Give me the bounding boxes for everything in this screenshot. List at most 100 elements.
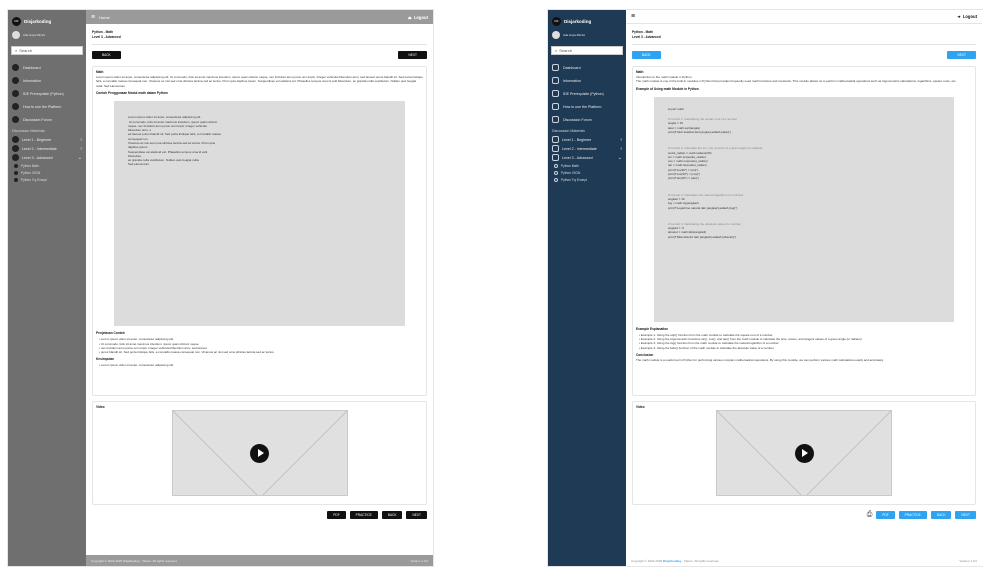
sidebar-item-dashboard[interactable]: Dashboard bbox=[8, 61, 86, 74]
sidebar-item-label: Dashboard bbox=[563, 65, 581, 70]
lesson-card: Math Lorem ipsum dolor sit amet, consect… bbox=[92, 66, 427, 396]
sidebar-level-advanced[interactable]: Level 3 - Advanced ⌄ bbox=[8, 153, 86, 162]
user-name: Ade Anya Rimini bbox=[23, 33, 46, 37]
circle-icon bbox=[14, 177, 18, 182]
pdf-button[interactable]: PDF bbox=[876, 511, 895, 519]
conclusion-paragraph: The math module is a useful tool in Pyth… bbox=[636, 358, 884, 362]
play-icon[interactable] bbox=[250, 443, 269, 463]
sidebar-item-forum[interactable]: Discussion Forum bbox=[8, 113, 86, 126]
explanation-list: • Lorem ipsum dolor sit amet, consectetu… bbox=[99, 337, 423, 354]
brand-name: Disjarkoding bbox=[24, 18, 52, 24]
practice-button[interactable]: PRACTICE bbox=[898, 511, 927, 519]
sidebar-level-beginner[interactable]: Level 1 - Beginner ‹ bbox=[548, 135, 626, 144]
footer-copyright: Copyright © 2024-2025 Disjarkoding - Yak… bbox=[631, 559, 719, 563]
level-label: Level 3 - Advanced bbox=[22, 155, 53, 160]
practice-button[interactable]: PRACTICE bbox=[349, 511, 378, 519]
sub-item-label: Python Math bbox=[561, 163, 579, 168]
sidebar-item-forum[interactable]: Discussion Forum bbox=[548, 113, 626, 126]
user-name: Ade Anya Rimini bbox=[563, 33, 586, 37]
next-button-bottom[interactable]: NEXT bbox=[955, 511, 976, 519]
menu-icon[interactable]: ≡ bbox=[91, 14, 95, 21]
sub-item-label: Python JSON bbox=[561, 170, 581, 175]
sidebar-sub-python-try-except[interactable]: Python Try Except bbox=[548, 176, 626, 183]
footer-copyright-suffix: - Yakum. All rights reserved. bbox=[681, 558, 720, 563]
sidebar-sub-python-math[interactable]: Python Math bbox=[8, 162, 86, 169]
list-item: • purus blandit sit. Sed porta tristique… bbox=[99, 350, 275, 355]
user-profile[interactable]: Ade Anya Rimini bbox=[8, 28, 86, 42]
level-label: Level 1 - Beginner bbox=[22, 137, 52, 142]
sidebar-item-information[interactable]: Information bbox=[548, 74, 626, 87]
user-profile[interactable]: Ade Anya Rimini bbox=[548, 28, 626, 42]
next-button[interactable]: NEXT bbox=[947, 51, 976, 59]
lesson-card: Math Introduction to the math module in … bbox=[632, 66, 976, 396]
chevron-left-icon: ‹ bbox=[80, 136, 82, 143]
video-card: Video bbox=[92, 401, 427, 505]
sidebar-item-label: Discussion Forum bbox=[23, 117, 52, 122]
topbar-title: Home bbox=[99, 14, 110, 20]
sidebar-item-dashboard[interactable]: Dashboard bbox=[548, 61, 626, 74]
search-input[interactable]: ⌕ Search bbox=[551, 46, 623, 55]
level-label: Level 3 - Advanced bbox=[562, 155, 593, 160]
sub-item-label: Python JSON bbox=[21, 170, 41, 175]
explanation-list: • Example 1: Using the sqrt() function f… bbox=[639, 333, 972, 350]
sidebar-item-how-to[interactable]: How to use the Platform bbox=[548, 100, 626, 113]
sidebar-level-advanced[interactable]: Level 3 - Advanced ⌄ bbox=[548, 153, 626, 162]
bottom-actions: ⎙ PDF PRACTICE BACK NEXT bbox=[632, 511, 976, 519]
sidebar-sub-python-math[interactable]: Python Math bbox=[548, 162, 626, 169]
footer-brand-link[interactable]: Disjarkoding bbox=[663, 559, 681, 563]
back-button[interactable]: BACK bbox=[632, 51, 661, 59]
medal-icon bbox=[552, 145, 559, 152]
logout-button[interactable]: ➜ Logout bbox=[957, 14, 977, 19]
search-input[interactable]: ⌕ Search bbox=[11, 46, 83, 55]
back-button[interactable]: BACK bbox=[92, 51, 121, 59]
sidebar-sub-python-try-except[interactable]: Python Try Except bbox=[8, 176, 86, 183]
sidebar-level-intermediate[interactable]: Level 2 - Intermediate ‹ bbox=[548, 144, 626, 153]
brand[interactable]: DK Disjarkoding bbox=[548, 14, 626, 28]
code-block: Lorem ipsum dolor sit amet, consectetur … bbox=[114, 101, 405, 327]
footer-version: Version 1.0.0 bbox=[959, 558, 977, 563]
video-player[interactable] bbox=[171, 410, 348, 496]
sidebar-level-intermediate[interactable]: Level 2 - Intermediate ‹ bbox=[8, 144, 86, 153]
conclusion-list: • Lorem ipsum dolor sit amet, consectetu… bbox=[99, 363, 423, 367]
chevron-down-icon: ⌄ bbox=[617, 154, 622, 161]
sidebar-sub-python-json[interactable]: Python JSON bbox=[8, 169, 86, 176]
logout-button[interactable]: ⏏ Logout bbox=[408, 15, 428, 20]
nav-buttons: BACK NEXT bbox=[92, 51, 427, 59]
next-button-bottom[interactable]: NEXT bbox=[406, 511, 427, 519]
printer-icon[interactable]: ⎙ bbox=[867, 511, 873, 519]
chat-icon bbox=[12, 116, 19, 123]
sidebar-item-ide[interactable]: IDE Prerequisite (Python) bbox=[548, 87, 626, 100]
sidebar-item-ide[interactable]: IDE Prerequisite (Python) bbox=[8, 87, 86, 100]
example-title: Example of Using math Module in Python bbox=[636, 86, 699, 91]
sidebar-sub-python-json[interactable]: Python JSON bbox=[548, 169, 626, 176]
breadcrumb-level: Level 3 - Advanced bbox=[632, 35, 661, 39]
ide-icon bbox=[12, 90, 19, 97]
next-button[interactable]: NEXT bbox=[398, 51, 427, 59]
circle-icon bbox=[14, 170, 18, 175]
menu-icon[interactable]: ≡ bbox=[631, 13, 635, 20]
play-icon[interactable] bbox=[794, 443, 814, 463]
circle-icon bbox=[14, 163, 18, 168]
video-player[interactable] bbox=[716, 410, 892, 496]
sub-item-label: Python Try Except bbox=[21, 177, 47, 182]
sidebar-item-information[interactable]: Information bbox=[8, 74, 86, 87]
level-label: Level 1 - Beginner bbox=[562, 137, 592, 142]
logout-label: Logout bbox=[962, 14, 977, 19]
search-icon: ⌕ bbox=[555, 48, 558, 53]
back-button-bottom[interactable]: BACK bbox=[381, 511, 403, 519]
monitor-icon bbox=[12, 103, 19, 110]
code-line: print(f"Nilai absolut dari {angka3} adal… bbox=[668, 234, 737, 239]
video-card: Video bbox=[632, 401, 976, 505]
pdf-button[interactable]: PDF bbox=[327, 511, 346, 519]
sidebar-level-beginner[interactable]: Level 1 - Beginner ‹ bbox=[8, 135, 86, 144]
back-button-bottom[interactable]: BACK bbox=[930, 511, 952, 519]
divider bbox=[92, 44, 427, 45]
nav-buttons: BACK NEXT bbox=[632, 51, 976, 59]
circle-icon bbox=[554, 170, 558, 175]
explanation-title: Example Explanation bbox=[636, 326, 669, 331]
topbar: ≡ ➜ Logout bbox=[626, 10, 982, 24]
brand[interactable]: DK Disjarkoding bbox=[8, 14, 86, 28]
sidebar-item-label: Information bbox=[23, 78, 41, 83]
list-item: • Example 4: Using the fabs() function o… bbox=[639, 345, 775, 350]
sidebar-item-how-to[interactable]: How to use the Platform bbox=[8, 100, 86, 113]
